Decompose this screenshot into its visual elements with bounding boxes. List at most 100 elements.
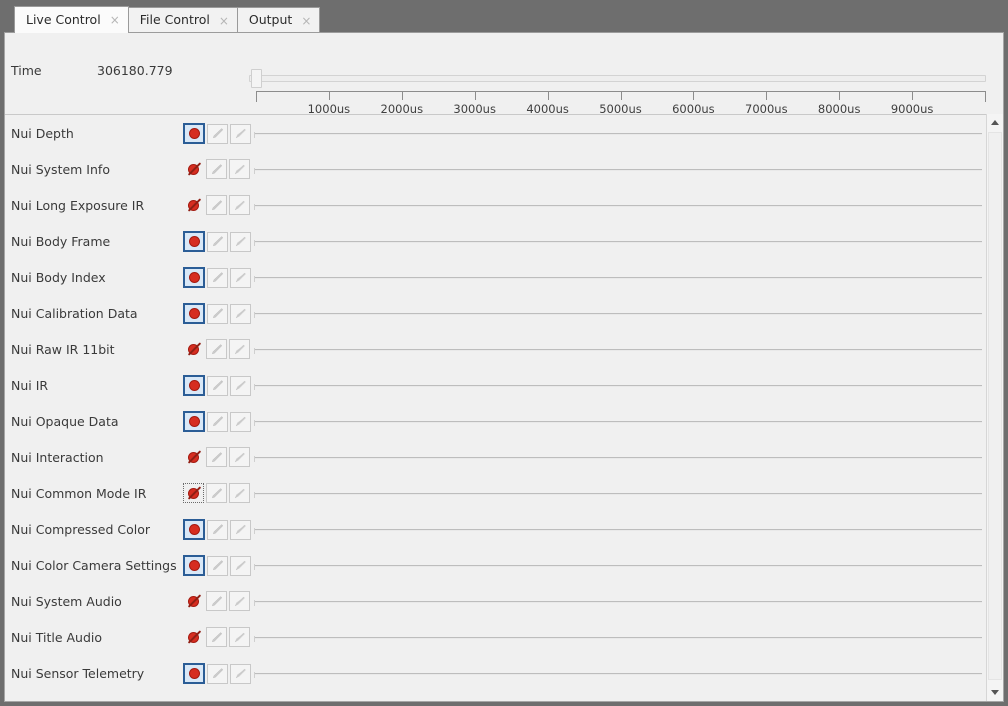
track-clear-button[interactable] xyxy=(230,411,251,432)
record-toggle-button[interactable] xyxy=(183,339,204,359)
track-edit-button[interactable] xyxy=(206,591,227,611)
pencil-icon xyxy=(211,487,223,498)
ruler-start-cap xyxy=(256,91,257,102)
track-clear-button[interactable] xyxy=(230,303,251,324)
record-toggle-button[interactable] xyxy=(183,519,205,540)
ruler-tick xyxy=(839,91,841,100)
record-toggle-button[interactable] xyxy=(183,663,205,684)
track-edit-button[interactable] xyxy=(207,555,228,576)
close-icon[interactable]: × xyxy=(110,14,120,26)
ruler-tick xyxy=(474,91,476,100)
track-edit-button[interactable] xyxy=(207,267,228,288)
track-clear-button[interactable] xyxy=(230,375,251,396)
track-clear-button[interactable] xyxy=(229,591,250,611)
track-label: Nui System Info xyxy=(11,162,110,177)
track-clear-button[interactable] xyxy=(229,159,250,179)
eraser-icon xyxy=(235,128,246,139)
record-toggle-button[interactable] xyxy=(183,195,204,215)
track-edit-button[interactable] xyxy=(207,519,228,540)
tab-live-control[interactable]: Live Control × xyxy=(14,6,129,33)
track-edit-button[interactable] xyxy=(207,663,228,684)
track-row[interactable]: Nui System Info xyxy=(5,151,986,187)
track-lane-line xyxy=(255,133,982,135)
record-toggle-button[interactable] xyxy=(183,267,205,288)
record-toggle-button[interactable] xyxy=(183,411,205,432)
track-clear-button[interactable] xyxy=(229,447,250,467)
tab-file-control[interactable]: File Control × xyxy=(127,7,238,33)
track-clear-button[interactable] xyxy=(229,195,250,215)
track-edit-button[interactable] xyxy=(207,231,228,252)
scrollbar-thumb[interactable] xyxy=(988,132,1002,680)
track-row[interactable]: Nui Body Frame xyxy=(5,223,986,259)
track-row[interactable]: Nui Color Camera Settings xyxy=(5,547,986,583)
track-row[interactable]: Nui Interaction xyxy=(5,439,986,475)
record-dot-icon xyxy=(187,235,201,249)
track-row[interactable]: Nui IR xyxy=(5,367,986,403)
record-dot-icon xyxy=(187,594,201,608)
track-row[interactable]: Nui Long Exposure IR xyxy=(5,187,986,223)
slider-track[interactable] xyxy=(249,75,986,82)
time-label: Time xyxy=(11,63,42,78)
eraser-icon xyxy=(234,452,245,462)
track-row[interactable]: Nui System Audio xyxy=(5,583,986,619)
timeline-position-slider[interactable] xyxy=(249,69,986,89)
record-toggle-button[interactable] xyxy=(183,375,205,396)
track-button-group xyxy=(183,663,253,684)
close-icon[interactable]: × xyxy=(219,15,229,27)
track-edit-button[interactable] xyxy=(206,195,227,215)
track-clear-button[interactable] xyxy=(230,555,251,576)
track-edit-button[interactable] xyxy=(207,123,228,144)
track-row[interactable]: Nui Calibration Data xyxy=(5,295,986,331)
scroll-down-arrow-icon[interactable] xyxy=(987,684,1003,701)
slider-thumb[interactable] xyxy=(251,69,262,88)
track-clear-button[interactable] xyxy=(229,627,250,647)
record-toggle-button[interactable] xyxy=(183,591,204,611)
track-edit-button[interactable] xyxy=(206,627,227,647)
track-edit-button[interactable] xyxy=(206,159,227,179)
pencil-icon xyxy=(211,199,223,210)
record-toggle-button[interactable] xyxy=(183,555,205,576)
eraser-icon xyxy=(235,416,246,427)
track-row[interactable]: Nui Sensor Telemetry xyxy=(5,655,986,691)
pencil-icon xyxy=(212,524,224,535)
track-clear-button[interactable] xyxy=(230,663,251,684)
track-edit-button[interactable] xyxy=(206,339,227,359)
track-edit-button[interactable] xyxy=(207,303,228,324)
tab-output[interactable]: Output × xyxy=(236,7,321,33)
track-edit-button[interactable] xyxy=(206,483,227,503)
scroll-up-arrow-icon[interactable] xyxy=(987,114,1003,131)
close-icon[interactable]: × xyxy=(301,15,311,27)
track-clear-button[interactable] xyxy=(230,267,251,288)
ruler-tick xyxy=(912,91,914,100)
track-row[interactable]: Nui Title Audio xyxy=(5,619,986,655)
track-clear-button[interactable] xyxy=(230,519,251,540)
record-toggle-button[interactable] xyxy=(183,123,205,144)
track-row[interactable]: Nui Opaque Data xyxy=(5,403,986,439)
track-row[interactable]: Nui Depth xyxy=(5,115,986,151)
record-toggle-button[interactable] xyxy=(183,303,205,324)
record-toggle-button[interactable] xyxy=(183,447,204,467)
track-row[interactable]: Nui Compressed Color xyxy=(5,511,986,547)
track-button-group xyxy=(183,195,252,215)
pencil-icon xyxy=(212,560,224,571)
record-toggle-button[interactable] xyxy=(183,159,204,179)
track-row[interactable]: Nui Common Mode IR xyxy=(5,475,986,511)
record-toggle-button[interactable] xyxy=(183,231,205,252)
tracks-vertical-scrollbar[interactable] xyxy=(986,114,1003,701)
track-row[interactable]: Nui Raw IR 11bit xyxy=(5,331,986,367)
track-lane-line xyxy=(255,529,982,531)
track-clear-button[interactable] xyxy=(230,123,251,144)
record-dot xyxy=(189,561,199,570)
track-edit-button[interactable] xyxy=(207,375,228,396)
track-edit-button[interactable] xyxy=(206,447,227,467)
record-toggle-button[interactable] xyxy=(183,483,204,503)
track-edit-button[interactable] xyxy=(207,411,228,432)
track-clear-button[interactable] xyxy=(229,483,250,503)
track-clear-button[interactable] xyxy=(229,339,250,359)
record-toggle-button[interactable] xyxy=(183,627,204,647)
eraser-icon xyxy=(235,668,246,679)
track-row[interactable]: Nui Body Index xyxy=(5,259,986,295)
track-label: Nui Depth xyxy=(11,126,74,141)
track-clear-button[interactable] xyxy=(230,231,251,252)
tracks-list: Nui Depth Nui System Info Nui Long Exposur… xyxy=(5,115,986,701)
